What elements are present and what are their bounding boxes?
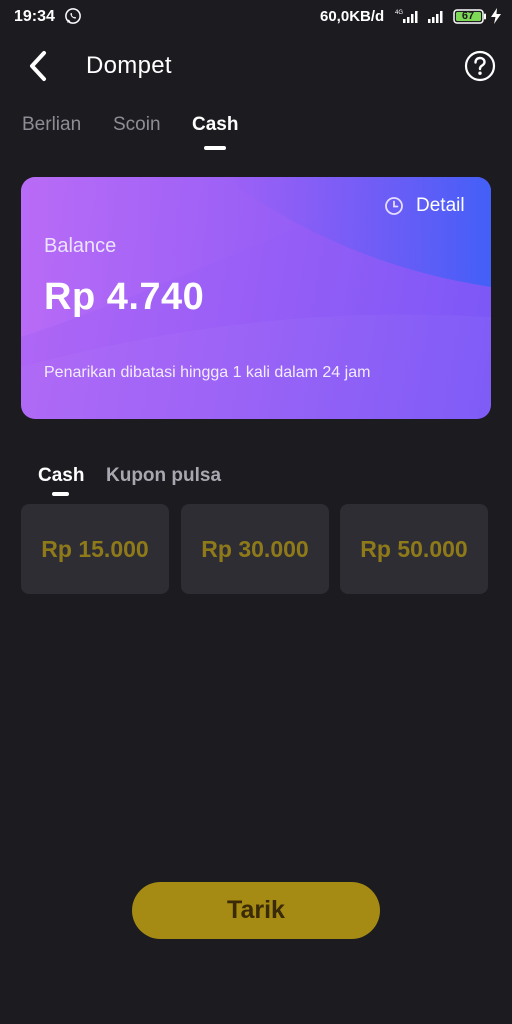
tab-cash[interactable]: Cash (192, 114, 238, 136)
battery-icon: 67 (453, 9, 487, 24)
status-bar: 19:34 60,0KB/d 4G 67 (0, 0, 512, 34)
status-time: 19:34 (14, 8, 55, 25)
signal-icon (428, 11, 443, 23)
balance-label: Balance (44, 235, 117, 257)
detail-link[interactable]: Detail (384, 195, 465, 217)
clock-icon (385, 197, 403, 215)
network-speed: 60,0KB/d (320, 8, 385, 25)
active-tab-indicator (204, 146, 226, 150)
amount-option-30000[interactable]: Rp 30.000 (181, 504, 329, 594)
page-title: Dompet (86, 52, 172, 79)
signal-4g-icon: 4G (395, 10, 418, 23)
amount-option-15000[interactable]: Rp 15.000 (21, 504, 169, 594)
amount-option-label: Rp 30.000 (201, 535, 309, 562)
whatsapp-icon (65, 8, 81, 24)
amount-option-label: Rp 50.000 (360, 535, 468, 562)
amount-option-label: Rp 15.000 (41, 535, 149, 562)
charging-icon (491, 8, 501, 24)
chevron-left-icon (30, 51, 46, 81)
help-button[interactable] (464, 50, 496, 82)
amount-option-50000[interactable]: Rp 50.000 (340, 504, 488, 594)
back-button[interactable] (20, 48, 56, 84)
subtab-kupon-pulsa[interactable]: Kupon pulsa (106, 465, 221, 487)
withdraw-button[interactable]: Tarik (132, 882, 380, 939)
tab-scoin[interactable]: Scoin (113, 114, 161, 136)
withdraw-button-label: Tarik (227, 896, 285, 924)
tab-berlian[interactable]: Berlian (22, 114, 81, 136)
active-subtab-indicator (52, 492, 69, 496)
balance-amount: Rp 4.740 (44, 276, 205, 318)
svg-text:4G: 4G (395, 10, 403, 16)
detail-label: Detail (416, 195, 465, 216)
subtab-cash[interactable]: Cash (38, 465, 84, 487)
battery-level: 67 (461, 10, 475, 22)
withdraw-limit-note: Penarikan dibatasi hingga 1 kali dalam 2… (44, 364, 371, 381)
